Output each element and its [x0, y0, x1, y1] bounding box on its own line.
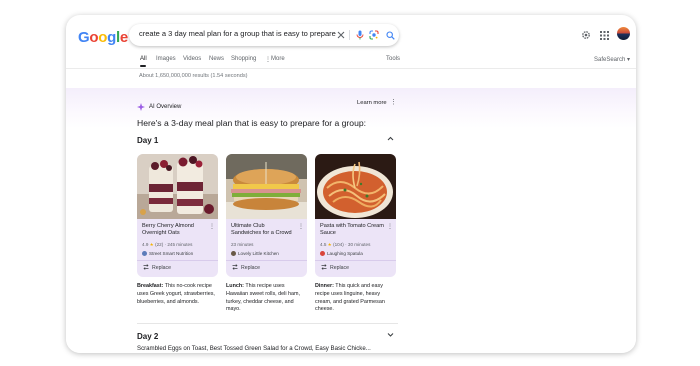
replace-button[interactable]: Replace [143, 264, 171, 272]
recipe-card[interactable]: Berry Cherry Almond Overnight Oats ⋮ 4.9… [137, 154, 218, 277]
recipe-title[interactable]: Ultimate Club Sandwiches for a Crowd [231, 223, 295, 237]
cook-time: 23 minutes [231, 242, 254, 247]
source-favicon-icon [231, 251, 236, 256]
search-icon[interactable] [384, 29, 396, 41]
card-menu-icon[interactable]: ⋮ [387, 223, 393, 230]
day2-summary: Scrambled Eggs on Toast, Best Tossed Gre… [137, 345, 371, 352]
ai-overview-header: AI Overview [137, 98, 181, 116]
cook-time: 30 minutes [347, 242, 371, 247]
logo-letter: e [119, 29, 128, 46]
google-logo[interactable]: Google [78, 29, 128, 46]
search-divider [349, 30, 350, 40]
tab-videos[interactable]: Videos [183, 56, 201, 62]
star-icon: ★ [327, 242, 332, 247]
source-favicon-icon [320, 251, 325, 256]
logo-letter: o [89, 29, 99, 46]
sparkle-icon [137, 98, 145, 116]
tab-news[interactable]: News [209, 56, 224, 62]
meal-description: Lunch: This recipe uses Hawaiian sweet r… [226, 283, 308, 314]
browser-window: Google create a 3 day meal plan for a gr… [66, 15, 636, 353]
swap-icon [321, 264, 327, 272]
recipe-meta: 4.9 ★ (22) · 245 minutes [142, 242, 193, 247]
card-divider [315, 260, 396, 261]
club-sandwich-image [226, 154, 307, 219]
tools-button[interactable]: Tools [386, 56, 400, 62]
recipe-card[interactable]: Ultimate Club Sandwiches for a Crowd ⋮ 2… [226, 154, 307, 277]
search-input[interactable]: create a 3 day meal plan for a group tha… [139, 29, 336, 38]
cook-time: 245 minutes [167, 242, 193, 247]
apps-grid-icon[interactable] [598, 29, 610, 41]
learn-more-link[interactable]: Learn more [357, 100, 387, 106]
recipe-title[interactable]: Pasta with Tomato Cream Sauce [320, 223, 384, 237]
replace-label: Replace [152, 265, 172, 271]
review-count: (104) [333, 242, 344, 247]
rating-value: 4.5 [320, 242, 327, 247]
logo-letter: G [78, 29, 90, 46]
replace-button[interactable]: Replace [232, 264, 260, 272]
source-name: Laughing Spatula [327, 251, 363, 256]
meal-label: Breakfast: [137, 283, 164, 289]
tab-more[interactable]: More [271, 56, 285, 62]
rating-value: 4.9 [142, 242, 149, 247]
recipe-source[interactable]: Laughing Spatula [320, 251, 363, 256]
overnight-oats-image [137, 154, 218, 219]
swap-icon [143, 264, 149, 272]
lens-icon[interactable] [368, 29, 380, 41]
day2-title[interactable]: Day 2 [137, 332, 158, 341]
microphone-icon[interactable] [354, 29, 366, 41]
gear-icon[interactable] [580, 29, 592, 41]
swap-icon [232, 264, 238, 272]
recipe-source[interactable]: Street Smart Nutrition [142, 251, 193, 256]
source-name: Street Smart Nutrition [149, 251, 194, 256]
replace-label: Replace [330, 265, 350, 271]
card-menu-icon[interactable]: ⋮ [209, 223, 215, 230]
chevron-down-icon[interactable] [387, 331, 394, 340]
meal-label: Lunch: [226, 283, 244, 289]
header-divider [66, 68, 636, 69]
logo-letter: g [107, 29, 116, 46]
ai-overview-heading: Here's a 3-day meal plan that is easy to… [137, 118, 367, 128]
pasta-image [315, 154, 396, 219]
star-icon: ★ [149, 242, 154, 247]
meal-description: Dinner: This quick and easy recipe uses … [315, 283, 397, 314]
ai-overview-menu-icon[interactable]: ⋮ [390, 98, 397, 106]
recipe-meta: 4.5 ★ (104) · 30 minutes [320, 242, 371, 247]
search-box[interactable]: create a 3 day meal plan for a group tha… [129, 24, 399, 46]
recipe-title[interactable]: Berry Cherry Almond Overnight Oats [142, 223, 206, 237]
replace-label: Replace [241, 265, 261, 271]
chevron-up-icon[interactable] [387, 135, 394, 144]
results-count: About 1,650,000,000 results (1.54 second… [139, 73, 248, 79]
tab-shopping[interactable]: Shopping [231, 56, 256, 62]
meal-label: Dinner: [315, 283, 334, 289]
card-menu-icon[interactable]: ⋮ [298, 223, 304, 230]
recipe-card[interactable]: Pasta with Tomato Cream Sauce ⋮ 4.5 ★ (1… [315, 154, 396, 277]
replace-button[interactable]: Replace [321, 264, 349, 272]
card-divider [226, 260, 307, 261]
tab-all[interactable]: All [140, 56, 147, 62]
day-divider [137, 323, 398, 324]
safesearch-label: SafeSearch [594, 57, 626, 63]
ai-overview-title: AI Overview [149, 104, 182, 110]
logo-letter: o [98, 29, 108, 46]
safesearch-button[interactable]: SafeSearch ▾ [594, 56, 630, 63]
recipe-meta: 23 minutes [231, 242, 253, 247]
card-divider [137, 260, 218, 261]
active-tab-indicator [140, 65, 146, 67]
day1-title[interactable]: Day 1 [137, 136, 158, 145]
review-count: (22) [155, 242, 164, 247]
meal-description: Breakfast: This no-cook recipe uses Gree… [137, 283, 219, 306]
tab-images[interactable]: Images [156, 56, 176, 62]
chevron-down-icon: ▾ [627, 57, 631, 63]
source-favicon-icon [142, 251, 147, 256]
source-name: Lovely Little Kitchen [238, 251, 279, 256]
account-avatar[interactable] [617, 27, 630, 40]
recipe-source[interactable]: Lovely Little Kitchen [231, 251, 279, 256]
clear-icon[interactable] [335, 29, 347, 41]
